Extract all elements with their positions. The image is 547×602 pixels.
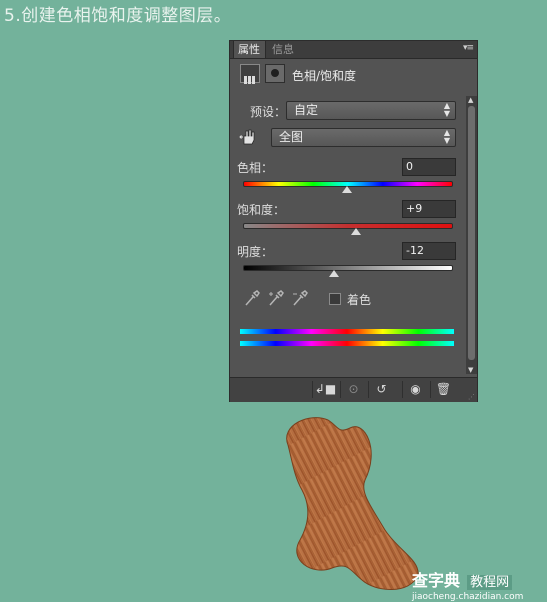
panel-scrollbar[interactable]: ▲ ▼ (466, 96, 477, 374)
saturation-label: 饱和度： (237, 203, 286, 217)
source-color-bar (240, 329, 454, 334)
scroll-up-icon[interactable]: ▲ (468, 96, 473, 104)
watermark-line3: jiaocheng.chazidian.com (412, 592, 524, 602)
tab-properties[interactable]: 属性 (233, 41, 266, 58)
saturation-slider-thumb[interactable] (351, 228, 361, 235)
visibility-eye-icon[interactable]: ◉ (402, 381, 428, 398)
eyedropper-add-icon[interactable] (268, 289, 284, 307)
watermark-line2: 教程网 (467, 575, 513, 590)
panel-tab-bar: 属性 信息 ▾≡ (230, 41, 477, 59)
layer-mask-icon[interactable] (265, 64, 285, 83)
properties-panel: 属性 信息 ▾≡ 色相/饱和度 预设： 自定 ▲ ▼ 全图 ▲ ▼ 色相： 0 饱和… (229, 40, 478, 402)
channel-select[interactable]: 全图 ▲ ▼ (271, 128, 456, 147)
target-adjustment-hand-icon[interactable] (239, 128, 257, 146)
hue-slider-thumb[interactable] (342, 186, 352, 193)
channel-value: 全图 (279, 130, 304, 144)
hue-value-input[interactable]: 0 (402, 158, 456, 176)
eyedropper-icon[interactable] (244, 289, 260, 307)
select-arrows-icon: ▲ ▼ (443, 101, 450, 118)
eyedropper-subtract-icon[interactable] (292, 289, 308, 307)
scroll-down-icon[interactable]: ▼ (468, 366, 473, 374)
panel-bottom-toolbar: ↲■ ⊙ ↺ ◉ 🗑 ⋰ (230, 377, 477, 402)
tab-info[interactable]: 信息 (268, 41, 302, 58)
saturation-slider-track[interactable] (243, 223, 453, 229)
lightness-label: 明度： (237, 245, 274, 259)
select-arrows-icon: ▲ ▼ (443, 128, 450, 145)
preset-label: 预设： (250, 105, 287, 119)
scroll-thumb[interactable] (468, 106, 475, 360)
colorize-label: 着色 (347, 293, 372, 307)
watermark-line1: 查字典 (412, 571, 461, 590)
panel-menu-icon[interactable]: ▾≡ (463, 43, 474, 53)
lightness-slider-thumb[interactable] (329, 270, 339, 277)
view-previous-state-icon[interactable]: ⊙ (340, 381, 366, 398)
preset-value: 自定 (294, 103, 319, 117)
hue-saturation-adjustment-icon[interactable] (240, 64, 260, 84)
reset-icon[interactable]: ↺ (368, 381, 394, 398)
step-title: 5.创建色相饱和度调整图层。 (4, 6, 232, 26)
clip-to-layer-icon[interactable]: ↲■ (312, 381, 338, 398)
lightness-slider-track[interactable] (243, 265, 453, 271)
lightness-value-input[interactable]: -12 (402, 242, 456, 260)
resize-grip-icon[interactable]: ⋰ (468, 393, 475, 401)
delete-trash-icon[interactable]: 🗑 (430, 381, 456, 398)
hue-label: 色相： (237, 161, 274, 175)
saturation-value-input[interactable]: +9 (402, 200, 456, 218)
adjustment-title: 色相/饱和度 (292, 69, 357, 83)
colorize-checkbox[interactable] (329, 293, 341, 305)
preset-select[interactable]: 自定 ▲ ▼ (286, 101, 456, 120)
result-color-bar (240, 341, 454, 346)
watermark: 查字典 教程网 jiaocheng.chazidian.com (412, 567, 542, 602)
